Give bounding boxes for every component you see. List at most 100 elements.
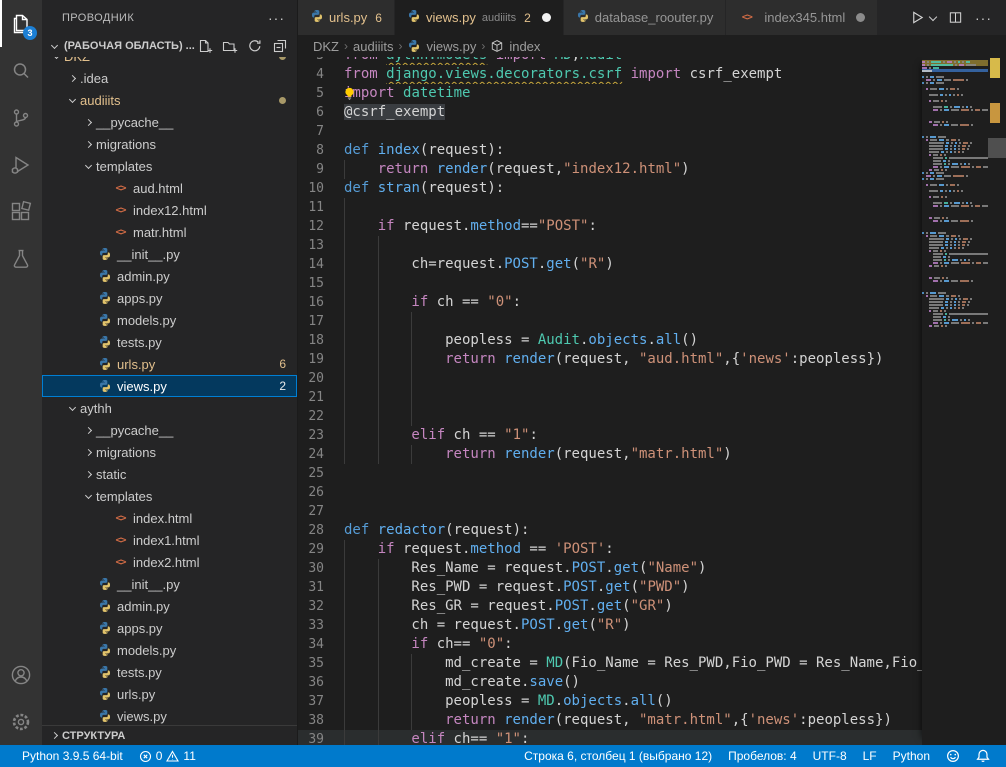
tree-item-tests-py[interactable]: tests.py [42,661,297,683]
code-line-24[interactable]: 24return render(request,"matr.html") [298,445,922,464]
code-line-6[interactable]: 6@csrf_exempt [298,103,922,122]
code-line-11[interactable]: 11 [298,198,922,217]
chevron-spacer[interactable] [80,334,96,350]
tree-item-admin-py[interactable]: admin.py [42,265,297,287]
chevron-spacer[interactable] [96,532,112,548]
tree-item-audiiits[interactable]: audiiits [42,89,297,111]
code-line-39[interactable]: 39elif ch== "1": [298,730,922,745]
chevron-right-icon[interactable] [80,422,96,438]
refresh-icon[interactable] [246,37,264,55]
tree-item--init-py[interactable]: __init__.py [42,243,297,265]
chevron-spacer[interactable] [96,554,112,570]
tree-item-migrations[interactable]: migrations [42,133,297,155]
chevron-spacer[interactable] [80,268,96,284]
encoding-status[interactable]: UTF-8 [805,745,855,767]
code-editor[interactable]: 3from aythh.models import MD,Audit4from … [298,57,1006,745]
tree-item-templates[interactable]: templates [42,485,297,507]
breadcrumb-item-file[interactable]: views.py [426,39,476,54]
minimap[interactable] [922,57,988,745]
chevron-spacer[interactable] [96,180,112,196]
tree-item-index-html[interactable]: <>index.html [42,507,297,529]
code-line-34[interactable]: 34if ch== "0": [298,635,922,654]
tree-item-index1-html[interactable]: <>index1.html [42,529,297,551]
code-line-37[interactable]: 37peopless = MD.objects.all() [298,692,922,711]
problems-status[interactable]: 0 11 [131,745,204,767]
chevron-spacer[interactable] [80,642,96,658]
chevron-down-icon[interactable] [48,57,64,64]
tree-item-apps-py[interactable]: apps.py [42,617,297,639]
code-line-8[interactable]: 8def index(request): [298,141,922,160]
tree-item-templates[interactable]: templates [42,155,297,177]
code-line-33[interactable]: 33ch = request.POST.get("R") [298,616,922,635]
code-line-17[interactable]: 17 [298,312,922,331]
code-line-26[interactable]: 26 [298,483,922,502]
tree-item-admin-py[interactable]: admin.py [42,595,297,617]
code-line-5[interactable]: 5import datetime [298,84,922,103]
tree-item-apps-py[interactable]: apps.py [42,287,297,309]
account-icon[interactable] [0,651,42,698]
workspace-section-header[interactable]: (РАБОЧАЯ ОБЛАСТЬ) ... [42,35,297,57]
code-line-32[interactable]: 32Res_GR = request.POST.get("GR") [298,597,922,616]
tree-item--idea[interactable]: .idea [42,67,297,89]
code-line-21[interactable]: 21 [298,388,922,407]
run-dropdown-chevron-icon[interactable] [929,12,937,20]
chevron-right-icon[interactable] [80,466,96,482]
code-line-23[interactable]: 23elif ch == "1": [298,426,922,445]
tree-item-models-py[interactable]: models.py [42,309,297,331]
tree-item-urls-py[interactable]: urls.py [42,683,297,705]
tree-item-views-py[interactable]: views.py [42,705,297,725]
tree-item-tests-py[interactable]: tests.py [42,331,297,353]
tree-item-migrations[interactable]: migrations [42,441,297,463]
overview-ruler[interactable] [988,57,1006,745]
source-control-icon[interactable] [0,94,42,141]
eol-status[interactable]: LF [855,745,885,767]
tab-views-py[interactable]: views.pyaudiiits2 [395,0,563,35]
new-folder-icon[interactable] [221,37,239,55]
code-line-35[interactable]: 35md_create = MD(Fio_Name = Res_PWD,Fio_… [298,654,922,673]
code-line-20[interactable]: 20 [298,369,922,388]
tree-item-models-py[interactable]: models.py [42,639,297,661]
chevron-spacer[interactable] [80,664,96,680]
explorer-icon[interactable]: 3 [0,0,42,47]
breadcrumb-item-project[interactable]: DKZ [313,39,339,54]
chevron-right-icon[interactable] [64,70,80,86]
code-line-3[interactable]: 3from aythh.models import MD,Audit [298,57,922,65]
tree-item-urls-py[interactable]: urls.py6 [42,353,297,375]
chevron-spacer[interactable] [96,202,112,218]
code-line-38[interactable]: 38return render(request, "matr.html",{'n… [298,711,922,730]
chevron-spacer[interactable] [80,378,96,394]
chevron-spacer[interactable] [80,598,96,614]
chevron-right-icon[interactable] [80,444,96,460]
code-line-16[interactable]: 16if ch == "0": [298,293,922,312]
cursor-position-status[interactable]: Строка 6, столбец 1 (выбрано 12) [516,745,720,767]
code-line-22[interactable]: 22 [298,407,922,426]
tab-urls-py[interactable]: urls.py6 [298,0,394,35]
tab-database-roouter-py[interactable]: database_roouter.py [564,0,726,35]
tree-item--pycache-[interactable]: __pycache__ [42,419,297,441]
tree-item-static[interactable]: static [42,463,297,485]
sidebar-more-actions[interactable]: ··· [268,13,285,23]
breadcrumb-item-folder[interactable]: audiiits [353,39,393,54]
code-line-9[interactable]: 9return render(request,"index12.html") [298,160,922,179]
chevron-right-icon[interactable] [80,114,96,130]
tree-item-views-py[interactable]: views.py2 [42,375,297,397]
code-line-25[interactable]: 25 [298,464,922,483]
tree-item--init-py[interactable]: __init__.py [42,573,297,595]
breadcrumb-item-symbol[interactable]: index [509,39,540,54]
bell-icon[interactable] [968,745,998,767]
python-interpreter-status[interactable]: Python 3.9.5 64-bit [14,745,131,767]
tree-item-matr-html[interactable]: <>matr.html [42,221,297,243]
chevron-spacer[interactable] [80,708,96,724]
tree-item-aud-html[interactable]: <>aud.html [42,177,297,199]
run-python-file-icon[interactable] [910,10,925,25]
tree-item-index12-html[interactable]: <>index12.html [42,199,297,221]
code-line-19[interactable]: 19return render(request, "aud.html",{'ne… [298,350,922,369]
chevron-down-icon[interactable] [64,400,80,416]
editor-more-actions[interactable]: ··· [975,13,992,23]
feedback-icon[interactable] [938,745,968,767]
code-line-4[interactable]: 4from django.views.decorators.csrf impor… [298,65,922,84]
code-line-12[interactable]: 12if request.method=="POST": [298,217,922,236]
search-icon[interactable] [0,47,42,94]
extensions-icon[interactable] [0,188,42,235]
code-line-18[interactable]: 18peopless = Audit.objects.all() [298,331,922,350]
